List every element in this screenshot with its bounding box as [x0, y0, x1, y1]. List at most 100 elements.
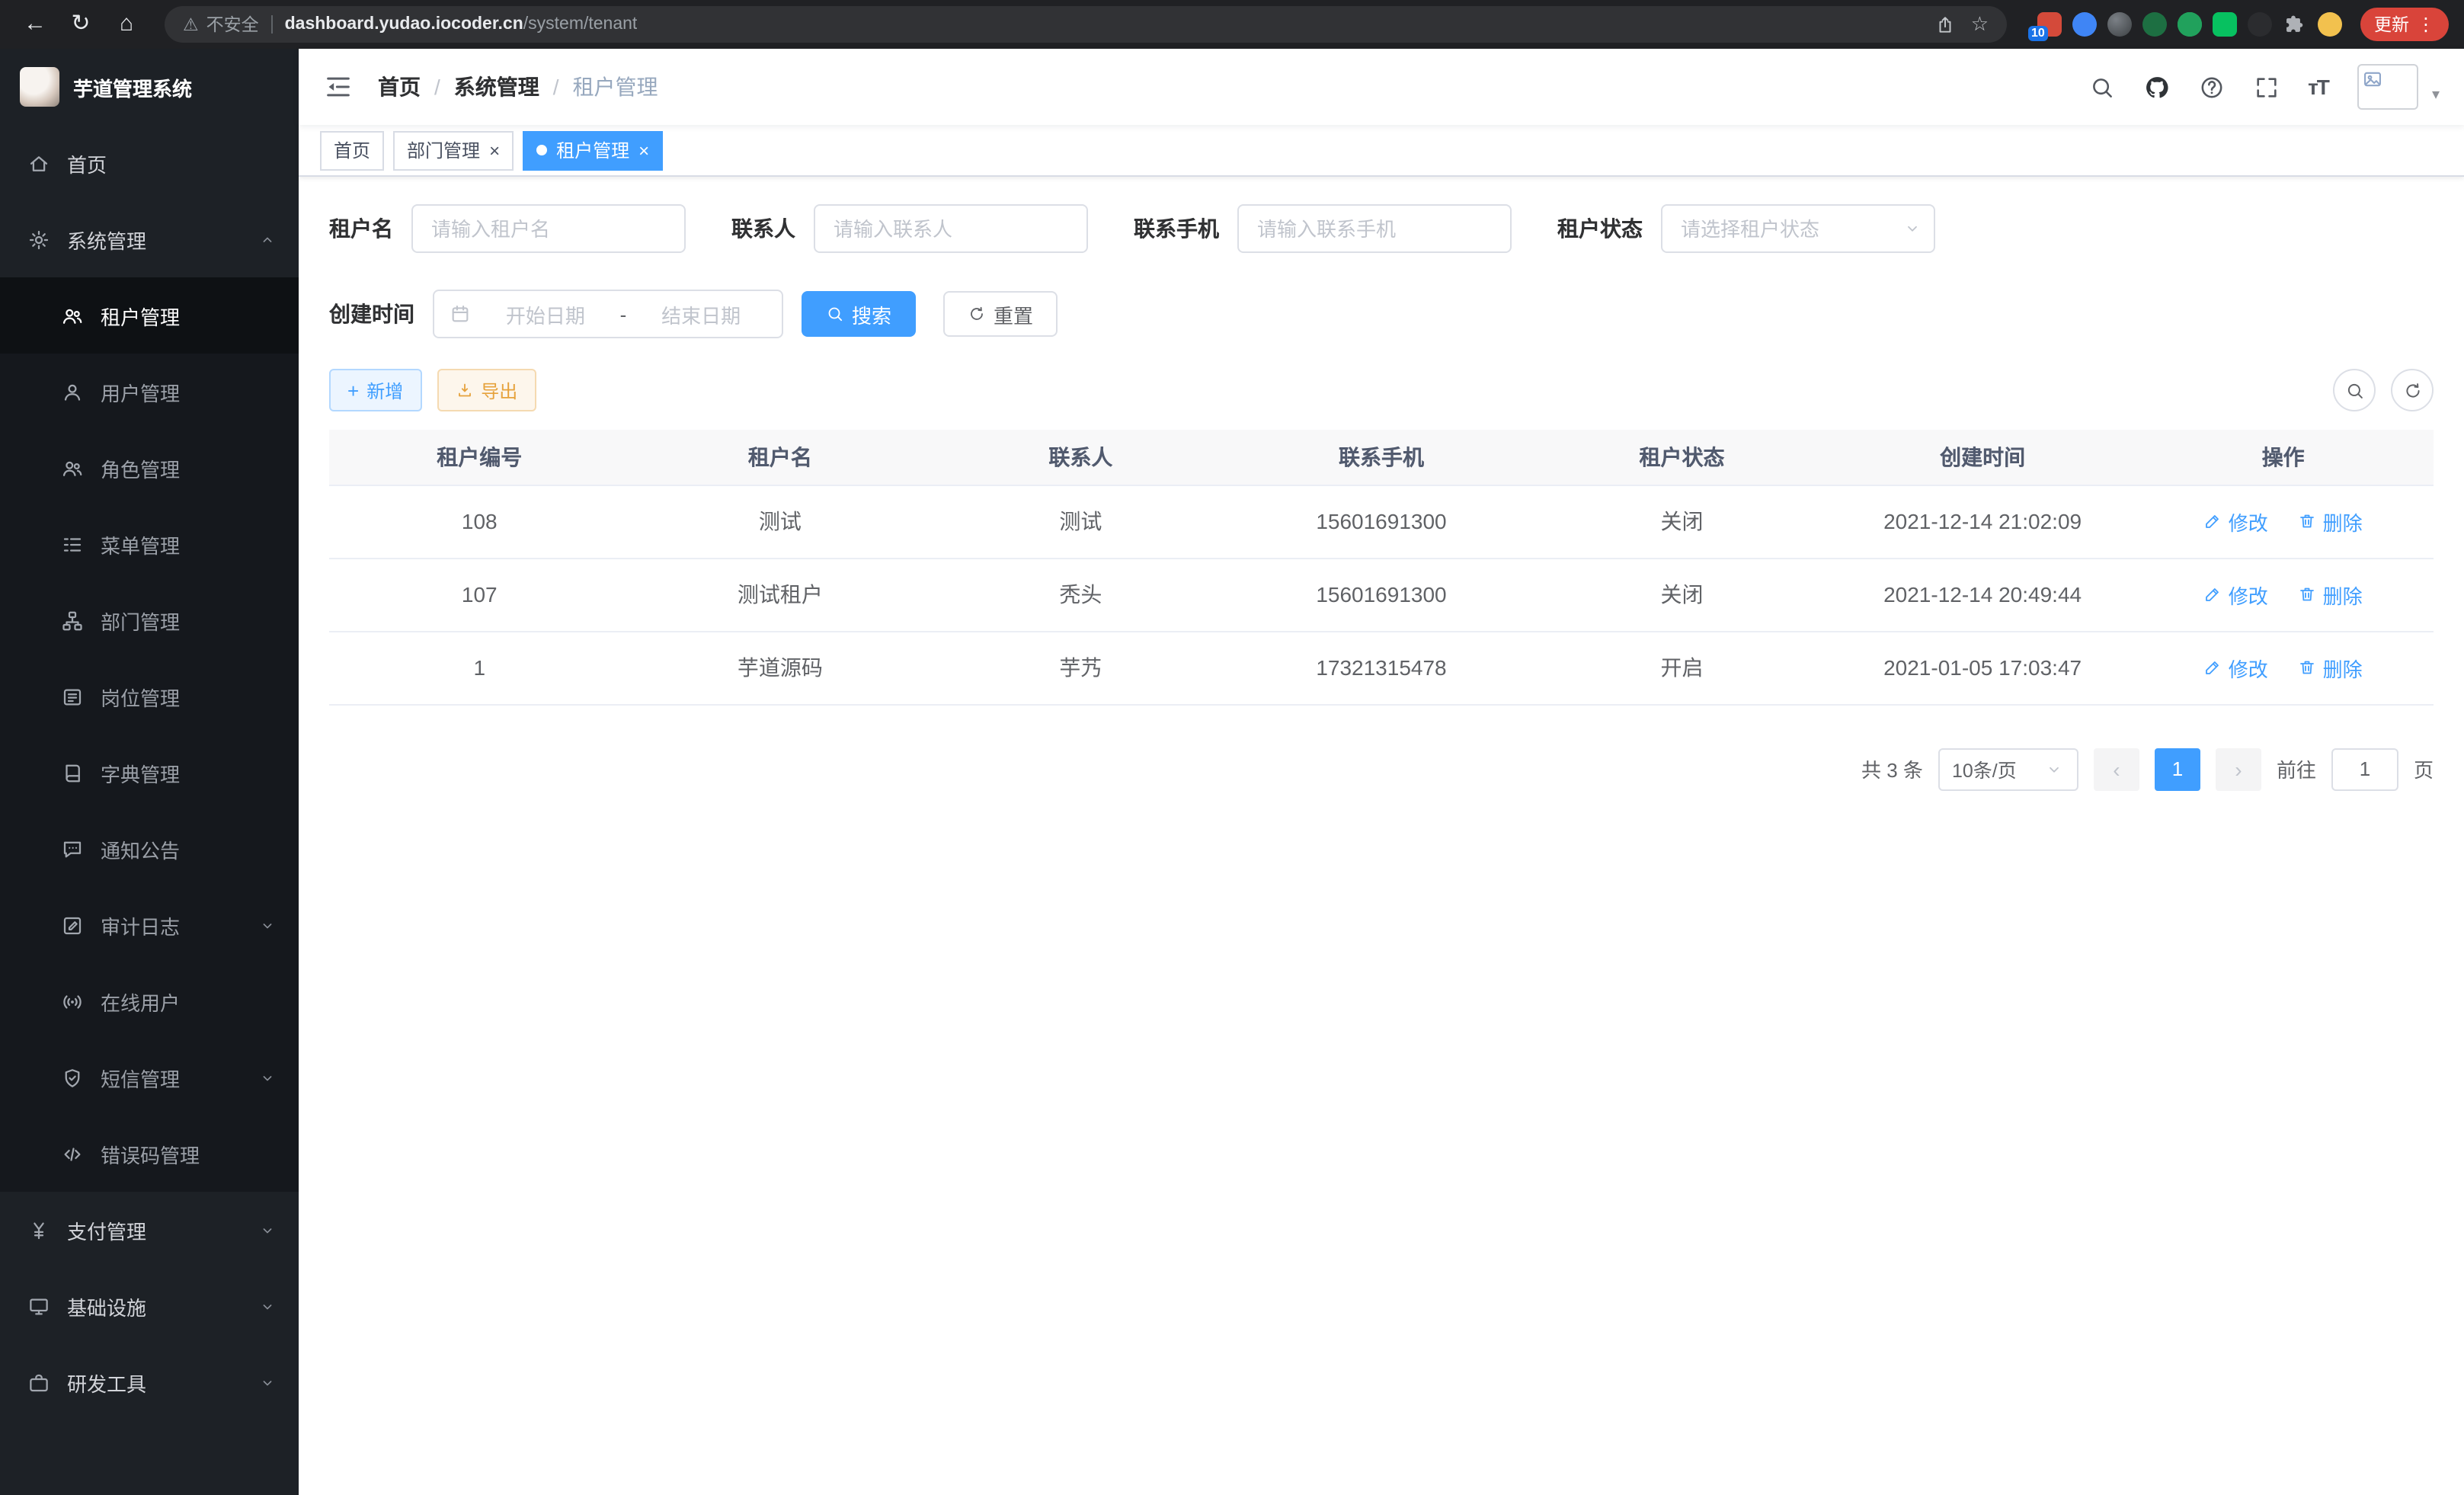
cell-tenant-name: 芋道源码 [630, 631, 931, 704]
browser-back-icon[interactable]: ← [15, 0, 55, 49]
tenant-name-input[interactable] [411, 204, 686, 253]
page-number-1[interactable]: 1 [2155, 748, 2200, 790]
delete-link[interactable]: 删除 [2299, 580, 2363, 609]
reset-button-label: 重置 [994, 299, 1033, 328]
delete-link[interactable]: 删除 [2299, 653, 2363, 682]
omnibox-actions: ☆ [1936, 12, 1989, 37]
extension-icon-red[interactable]: 10 [2037, 12, 2062, 37]
extension-icon-dark[interactable] [2248, 12, 2272, 37]
extension-icon-globe[interactable] [2107, 12, 2132, 37]
sidebar-item-label: 通知公告 [101, 834, 180, 863]
filter-contact: 联系人 [731, 204, 1088, 253]
edit-link[interactable]: 修改 [2204, 653, 2268, 682]
extension-icon-green-square[interactable] [2213, 12, 2237, 37]
add-button[interactable]: + 新增 [329, 369, 421, 411]
edit-link[interactable]: 修改 [2204, 580, 2268, 609]
create-time-range-picker[interactable]: 开始日期 - 结束日期 [433, 290, 783, 338]
reset-button[interactable]: 重置 [943, 291, 1058, 337]
goto-page-input[interactable] [2331, 748, 2398, 790]
chevron-up-icon [259, 231, 276, 248]
sidebar-item-post[interactable]: 岗位管理 [0, 658, 299, 735]
sidebar-item-sms[interactable]: 短信管理 [0, 1039, 299, 1116]
next-page-button[interactable]: › [2216, 748, 2261, 790]
sidebar-toggle-icon[interactable] [323, 72, 354, 102]
sidebar-item-online[interactable]: 在线用户 [0, 963, 299, 1039]
tenant-status-input[interactable] [1661, 204, 1935, 253]
browser-home-icon[interactable]: ⌂ [107, 0, 146, 49]
tag-home[interactable]: 首页 [320, 130, 384, 170]
sidebar-item-label: 字典管理 [101, 758, 180, 787]
shield-icon [61, 1066, 84, 1089]
sidebar-item-label: 在线用户 [101, 987, 180, 1016]
top-navbar: 首页 / 系统管理 / 租户管理 тT ▾ [299, 49, 2464, 125]
github-icon[interactable] [2143, 74, 2169, 100]
sidebar-item-infra[interactable]: 基础设施 [0, 1268, 299, 1344]
close-icon[interactable]: × [638, 141, 649, 159]
header-search-icon[interactable] [2088, 74, 2114, 100]
sidebar-item-dict[interactable]: 字典管理 [0, 735, 299, 811]
prev-page-button[interactable]: ‹ [2094, 748, 2139, 790]
sidebar-item-user[interactable]: 用户管理 [0, 354, 299, 430]
sidebar-item-audit[interactable]: 审计日志 [0, 887, 299, 963]
cell-phone: 17321315478 [1231, 631, 1532, 704]
site-security-chip[interactable]: ⚠ 不安全 [183, 12, 259, 37]
page-size-select[interactable]: 10条/页 [1938, 748, 2078, 790]
contact-input[interactable] [814, 204, 1088, 253]
share-icon[interactable] [1936, 14, 1956, 34]
help-icon[interactable] [2198, 74, 2224, 100]
edit-icon [2204, 658, 2222, 677]
chevron-down-icon [259, 1221, 276, 1238]
cell-contact: 秃头 [930, 558, 1231, 631]
extension-icon-dark-green[interactable] [2142, 12, 2167, 37]
chevron-down-icon [259, 917, 276, 933]
sidebar-item-home[interactable]: 首页 [0, 125, 299, 201]
extensions-puzzle-icon[interactable] [2283, 12, 2307, 37]
edit-link[interactable]: 修改 [2204, 507, 2268, 536]
sidebar-item-menu[interactable]: 菜单管理 [0, 506, 299, 582]
user-icon [61, 380, 84, 403]
sidebar-item-system[interactable]: 系统管理 [0, 201, 299, 277]
briefcase-icon [27, 1371, 50, 1394]
home-icon [27, 152, 50, 174]
chevron-down-icon [259, 1374, 276, 1391]
breadcrumb-home[interactable]: 首页 [378, 72, 421, 102]
phone-input[interactable] [1237, 204, 1512, 253]
contact-label: 联系人 [731, 213, 795, 244]
start-date-input[interactable]: 开始日期 [480, 299, 611, 328]
export-button[interactable]: 导出 [437, 369, 536, 411]
sidebar-item-tenant[interactable]: 租户管理 [0, 277, 299, 354]
user-avatar[interactable] [2357, 64, 2418, 110]
caret-down-icon[interactable]: ▾ [2432, 87, 2440, 110]
sidebar-item-dept[interactable]: 部门管理 [0, 582, 299, 658]
fullscreen-icon[interactable] [2253, 74, 2279, 100]
browser-reload-icon[interactable]: ↻ [61, 0, 101, 49]
delete-link[interactable]: 删除 [2299, 507, 2363, 536]
sidebar-item-errcode[interactable]: 错误码管理 [0, 1116, 299, 1192]
breadcrumb-parent[interactable]: 系统管理 [454, 72, 539, 102]
bookmark-star-icon[interactable]: ☆ [1971, 12, 1989, 37]
font-size-icon[interactable]: тT [2308, 75, 2328, 99]
refresh-table-button[interactable] [2391, 369, 2434, 411]
toggle-search-button[interactable] [2333, 369, 2376, 411]
tenant-table: 租户编号 租户名 联系人 联系手机 租户状态 创建时间 操作 108 测试 [329, 430, 2434, 705]
filter-phone: 联系手机 [1134, 204, 1512, 253]
browser-profile-avatar[interactable] [2318, 12, 2342, 37]
browser-menu-icon[interactable]: ⋮ [2417, 14, 2435, 35]
extension-icon-blue[interactable] [2072, 12, 2097, 37]
sidebar-item-notice[interactable]: 通知公告 [0, 811, 299, 887]
end-date-input[interactable]: 结束日期 [635, 299, 766, 328]
tag-dept[interactable]: 部门管理 × [393, 130, 514, 170]
app-logo[interactable]: 芋道管理系统 [0, 49, 299, 125]
sidebar-item-pay[interactable]: 支付管理 [0, 1192, 299, 1268]
extension-icon-green[interactable] [2178, 12, 2202, 37]
close-icon[interactable]: × [489, 141, 500, 159]
table-toolbar: + 新增 导出 [329, 369, 2434, 411]
sidebar-item-devtool[interactable]: 研发工具 [0, 1344, 299, 1420]
column-header-created: 创建时间 [1832, 430, 2133, 485]
address-bar[interactable]: ⚠ 不安全 dashboard.yudao.iocoder.cn/system/… [165, 6, 2007, 43]
browser-update-button[interactable]: 更新 ⋮ [2360, 8, 2449, 41]
search-button[interactable]: 搜索 [802, 291, 916, 337]
sidebar-item-role[interactable]: 角色管理 [0, 430, 299, 506]
tag-tenant[interactable]: 租户管理 × [523, 130, 663, 170]
tenant-status-select[interactable] [1661, 204, 1935, 253]
